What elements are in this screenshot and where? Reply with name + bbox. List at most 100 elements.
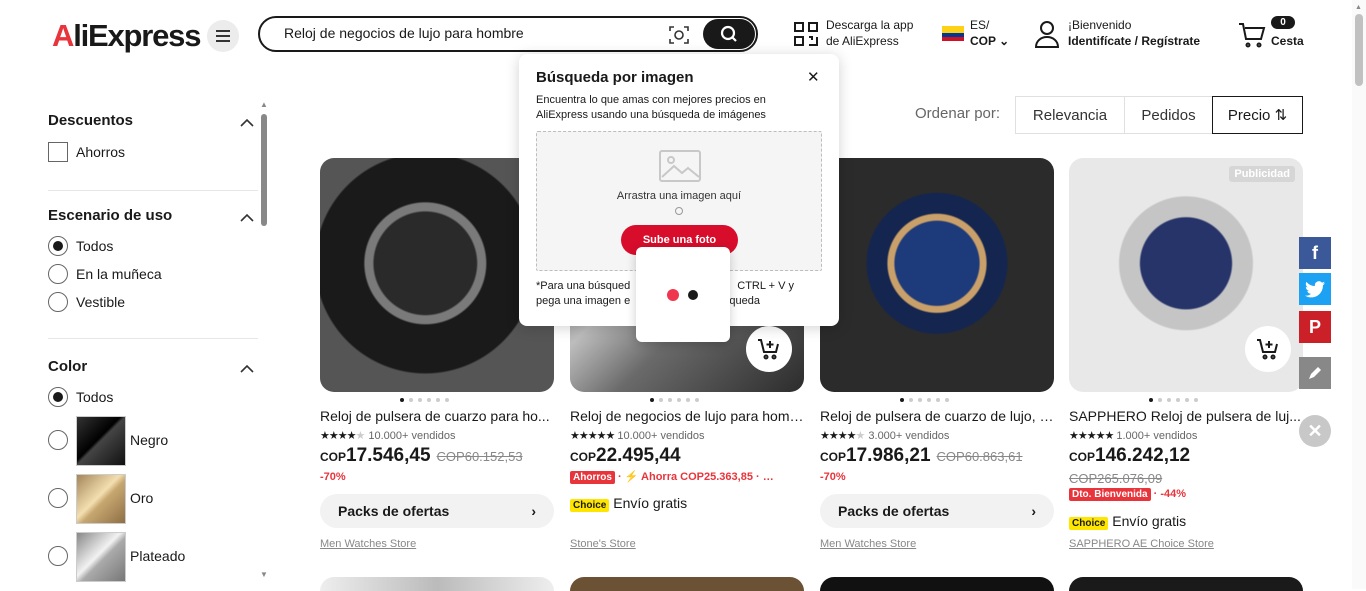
- product-title[interactable]: Reloj de pulsera de cuarzo para ho...: [320, 408, 554, 424]
- image-placeholder-icon: [659, 150, 701, 187]
- drop-text: Arrastra una imagen aquí: [616, 190, 742, 202]
- close-icon[interactable]: ✕: [807, 68, 820, 86]
- chevron-up-icon[interactable]: [240, 209, 254, 227]
- cart-count-badge: 0: [1271, 16, 1295, 29]
- product-price: COP22.495,44: [570, 445, 681, 466]
- aliexpress-logo[interactable]: AliExpress: [52, 18, 201, 54]
- twitter-icon[interactable]: [1299, 273, 1331, 305]
- sort-arrows-icon: ⇅: [1274, 107, 1288, 124]
- color-label: Plateado: [130, 548, 186, 564]
- cart-icon[interactable]: [1238, 22, 1266, 53]
- discount-badge: -70%: [320, 471, 346, 483]
- gold-swatch[interactable]: [76, 474, 126, 524]
- ad-badge: Publicidad: [1229, 166, 1295, 182]
- language-currency-selector[interactable]: ES/COP ⌄: [970, 17, 1009, 49]
- chevron-right-icon: ›: [1031, 503, 1036, 519]
- product-card[interactable]: Reloj de pulsera de cuarzo de lujo, r...…: [820, 158, 1054, 550]
- search-input[interactable]: Reloj de negocios de lujo para hombre: [284, 25, 524, 41]
- image-carousel-dots[interactable]: [1149, 398, 1198, 402]
- product-image[interactable]: Publicidad: [1069, 158, 1303, 392]
- divider: [48, 338, 258, 339]
- discounts-heading: Descuentos: [48, 112, 134, 129]
- usage-heading: Escenario de uso: [48, 207, 173, 224]
- sidebar-scrollbar[interactable]: ▲ ▼: [260, 100, 268, 579]
- qr-code-icon[interactable]: [793, 21, 819, 52]
- image-search-icon[interactable]: [668, 24, 690, 51]
- edit-icon[interactable]: [1299, 357, 1331, 389]
- usage-label: En la muñeca: [76, 266, 162, 282]
- color-label: Oro: [130, 490, 154, 506]
- sign-in-link[interactable]: ¡Bienvenido Identifícate / Regístrate: [1068, 17, 1200, 49]
- color-radio-black[interactable]: [48, 430, 68, 450]
- pinterest-icon[interactable]: P: [1299, 311, 1331, 343]
- black-swatch[interactable]: [76, 416, 126, 466]
- store-link[interactable]: Men Watches Store: [320, 538, 416, 550]
- usage-label: Vestible: [76, 294, 126, 310]
- sort-orders-button[interactable]: Pedidos: [1124, 96, 1213, 134]
- product-title[interactable]: Reloj de negocios de lujo para homb...: [570, 408, 804, 424]
- user-icon[interactable]: [1034, 20, 1060, 53]
- search-button[interactable]: [703, 19, 755, 49]
- color-radio-all[interactable]: [48, 387, 68, 407]
- product-price: COP17.986,21 COP60.863,61: [820, 445, 1023, 466]
- product-rating: ★★★★★ 10.000+ vendidos: [570, 430, 705, 442]
- product-rating: ★★★★★ 10.000+ vendidos: [320, 430, 456, 442]
- divider: [48, 190, 258, 191]
- shipping-row: Choice Envío gratis: [570, 495, 687, 512]
- download-app-link[interactable]: Descarga la app de AliExpress: [826, 17, 913, 49]
- usage-radio-all[interactable]: [48, 236, 68, 256]
- product-image[interactable]: [820, 158, 1054, 392]
- chevron-right-icon: ›: [531, 503, 536, 519]
- store-link[interactable]: Men Watches Store: [820, 538, 916, 550]
- popup-title: Búsqueda por imagen: [536, 69, 694, 86]
- popup-description: Encuentra lo que amas con mejores precio…: [536, 94, 766, 121]
- product-card[interactable]: Publicidad SAPPHERO Reloj de pulsera de …: [1069, 158, 1303, 550]
- cart-label[interactable]: Cesta: [1271, 33, 1304, 49]
- usage-label: Todos: [76, 238, 114, 254]
- store-link[interactable]: SAPPHERO AE Choice Store: [1069, 538, 1214, 550]
- sort-price-button[interactable]: Precio ⇅: [1212, 96, 1303, 134]
- product-title[interactable]: SAPPHERO Reloj de pulsera de luj...: [1069, 408, 1303, 424]
- discount-badge: -70%: [820, 471, 846, 483]
- product-price: COP146.242,12: [1069, 445, 1191, 466]
- usage-radio-wrist[interactable]: [48, 264, 68, 284]
- color-radio-gold[interactable]: [48, 488, 68, 508]
- savings-row: Ahorros · ⚡ Ahorra COP25.363,85 · …: [570, 470, 774, 484]
- image-carousel-dots[interactable]: [400, 398, 449, 402]
- search-bar[interactable]: Reloj de negocios de lujo para hombre: [258, 16, 758, 52]
- savings-checkbox[interactable]: [48, 142, 68, 162]
- welcome-discount-row: Dto. Bienvenida · -44%: [1069, 488, 1186, 501]
- add-to-cart-icon[interactable]: [1245, 326, 1291, 372]
- color-label: Todos: [76, 389, 114, 405]
- close-share-icon[interactable]: ✕: [1299, 415, 1331, 447]
- product-rating: ★★★★★ 1.000+ vendidos: [1069, 430, 1198, 442]
- silver-swatch[interactable]: [76, 532, 126, 582]
- usage-radio-wearable[interactable]: [48, 292, 68, 312]
- sort-relevance-button[interactable]: Relevancia: [1015, 96, 1125, 134]
- shipping-row: Choice Envío gratis: [1069, 513, 1186, 530]
- store-link[interactable]: Stone's Store: [570, 538, 636, 550]
- color-heading: Color: [48, 358, 88, 375]
- colombia-flag-icon: [942, 26, 964, 41]
- facebook-icon[interactable]: f: [1299, 237, 1331, 269]
- original-price: COP265.076,09: [1069, 471, 1163, 486]
- chevron-up-icon[interactable]: [240, 360, 254, 378]
- deal-packs-button[interactable]: Packs de ofertas ›: [320, 494, 554, 528]
- product-rating: ★★★★★ 3.000+ vendidos: [820, 430, 950, 442]
- image-carousel-dots[interactable]: [650, 398, 699, 402]
- ring-icon: [675, 207, 683, 215]
- color-radio-silver[interactable]: [48, 546, 68, 566]
- image-carousel-dots[interactable]: [900, 398, 949, 402]
- deal-packs-button[interactable]: Packs de ofertas ›: [820, 494, 1054, 528]
- add-to-cart-icon[interactable]: [746, 326, 792, 372]
- color-label: Negro: [130, 432, 169, 448]
- loading-spinner: [636, 247, 730, 342]
- chevron-down-icon: ⌄: [999, 34, 1010, 48]
- page-scrollbar[interactable]: ▲: [1352, 0, 1366, 589]
- chevron-up-icon[interactable]: [240, 114, 254, 132]
- menu-icon[interactable]: [207, 20, 239, 52]
- savings-label: Ahorros: [76, 144, 126, 160]
- product-title[interactable]: Reloj de pulsera de cuarzo de lujo, r...: [820, 408, 1054, 424]
- sort-label: Ordenar por:: [915, 105, 1001, 122]
- product-price: COP17.546,45 COP60.152,53: [320, 445, 523, 466]
